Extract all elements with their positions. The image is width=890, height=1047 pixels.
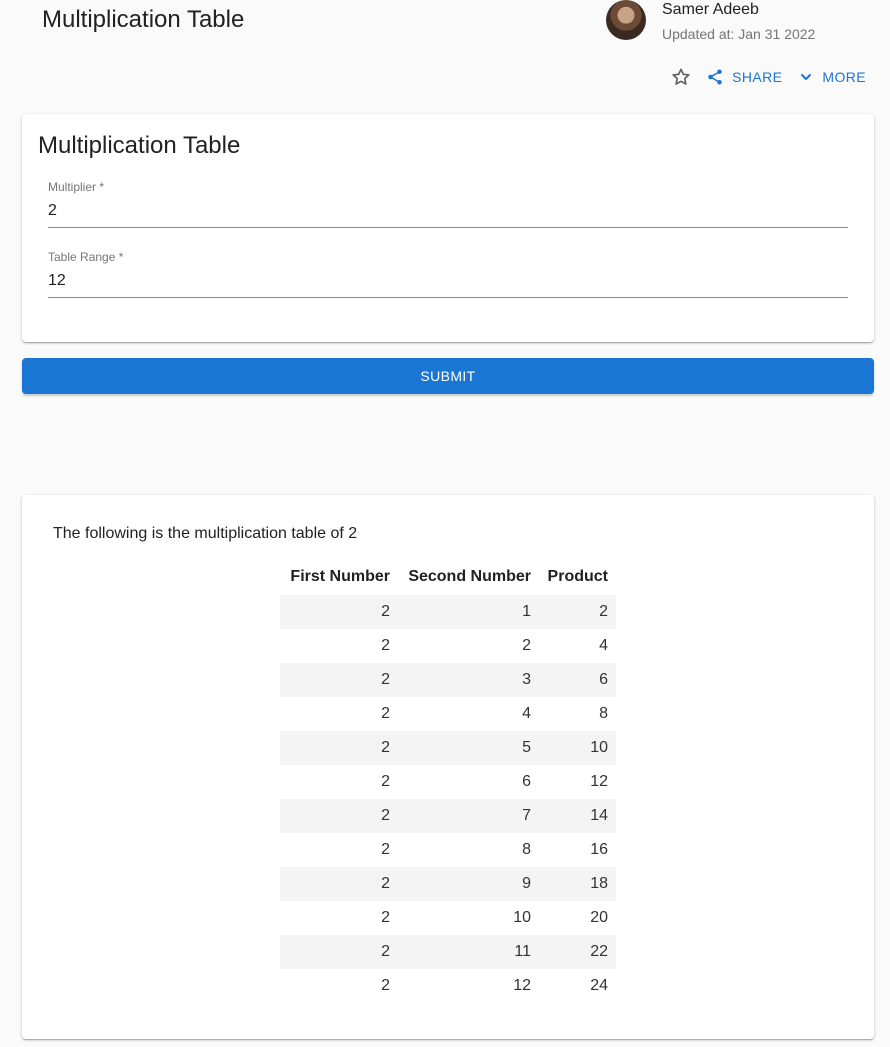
result-intro: The following is the multiplication tabl… <box>53 525 358 542</box>
table-row: 2 4 8 <box>280 697 616 731</box>
table-cell: 2 <box>381 773 390 790</box>
table-cell: 2 <box>280 799 398 833</box>
table-cell: 10 <box>513 909 531 926</box>
table-cell: 2 <box>280 731 398 765</box>
table-cell: 24 <box>590 977 608 994</box>
table-cell: 2 <box>381 705 390 722</box>
table-row: 2 10 20 <box>280 901 616 935</box>
share-button[interactable]: SHARE <box>706 68 782 86</box>
table-range-field: Table Range * <box>48 250 848 298</box>
table-cell: 3 <box>398 663 539 697</box>
table-cell: 1 <box>398 595 539 629</box>
table-cell: 8 <box>522 841 531 858</box>
page-title: Multiplication Table <box>42 6 245 33</box>
table-row: 2 8 16 <box>280 833 616 867</box>
table-row: 2 5 10 <box>280 731 616 765</box>
avatar <box>606 0 646 40</box>
table-cell: 6 <box>522 773 531 790</box>
column-header: First Number <box>290 568 390 585</box>
table-range-label: Table Range * <box>48 250 124 264</box>
favorite-button[interactable] <box>670 66 692 88</box>
column-header: Second Number <box>408 568 531 585</box>
table-row: 2 2 4 <box>280 629 616 663</box>
table-cell: 2 <box>381 841 390 858</box>
table-cell: 2 <box>280 595 398 629</box>
table-cell: 14 <box>539 799 616 833</box>
updated-date: Updated at: Jan 31 2022 <box>662 26 816 42</box>
table-cell: 22 <box>539 935 616 969</box>
table-cell: 4 <box>522 705 531 722</box>
table-cell: 2 <box>381 637 390 654</box>
table-cell: 20 <box>590 909 608 926</box>
table-row: 2 6 12 <box>280 765 616 799</box>
submit-button[interactable]: SUBMIT <box>22 358 874 394</box>
table-cell: 9 <box>398 867 539 901</box>
table-cell: 11 <box>398 935 539 969</box>
table-cell: 2 <box>381 909 390 926</box>
table-cell: 18 <box>539 867 616 901</box>
table-cell: 2 <box>539 595 616 629</box>
action-bar: SHARE MORE <box>670 66 866 88</box>
table-cell: 2 <box>280 935 398 969</box>
table-cell: 2 <box>522 637 531 654</box>
share-label: SHARE <box>732 69 783 85</box>
table-cell: 8 <box>599 705 608 722</box>
table-cell: 2 <box>280 663 398 697</box>
multiplication-table: First Number Second Number Product 21222… <box>280 559 616 1003</box>
table-cell: 2 <box>280 867 398 901</box>
table-row: 212 <box>280 595 616 629</box>
author-meta: Samer Adeeb Updated at: Jan 31 2022 <box>662 0 815 44</box>
result-card: The following is the multiplication tabl… <box>22 495 874 1039</box>
table-row: 2 12 24 <box>280 969 616 1003</box>
table-cell: 2 <box>381 977 390 994</box>
more-button[interactable]: MORE <box>798 69 866 85</box>
multiplier-field: Multiplier * <box>48 180 848 228</box>
table-cell: 12 <box>513 977 531 994</box>
table-cell: 4 <box>599 637 608 654</box>
table-row: 2 11 22 <box>280 935 616 969</box>
multiplier-label: Multiplier * <box>48 180 105 194</box>
table-cell: 16 <box>590 841 608 858</box>
star-outline-icon <box>672 68 690 85</box>
table-cell: 5 <box>398 731 539 765</box>
table-row: 2 9 18 <box>280 867 616 901</box>
column-header: Product <box>547 568 608 585</box>
table-row: 236 <box>280 663 616 697</box>
table-cell: 10 <box>539 731 616 765</box>
author-block: Samer Adeeb Updated at: Jan 31 2022 <box>606 0 815 44</box>
table-cell: 6 <box>539 663 616 697</box>
input-card: Multiplication Table Multiplier * Table … <box>22 114 874 342</box>
table-range-input[interactable] <box>48 270 848 298</box>
form-title: Multiplication Table <box>38 132 241 159</box>
chevron-down-icon <box>801 74 812 80</box>
table-header-row: First Number Second Number Product <box>280 559 616 595</box>
table-cell: 12 <box>590 773 608 790</box>
author-name: Samer Adeeb <box>662 1 759 18</box>
more-label: MORE <box>822 69 866 85</box>
table-row: 2 7 14 <box>280 799 616 833</box>
table-cell: 7 <box>398 799 539 833</box>
share-icon <box>708 69 722 85</box>
multiplier-input[interactable] <box>48 200 848 228</box>
